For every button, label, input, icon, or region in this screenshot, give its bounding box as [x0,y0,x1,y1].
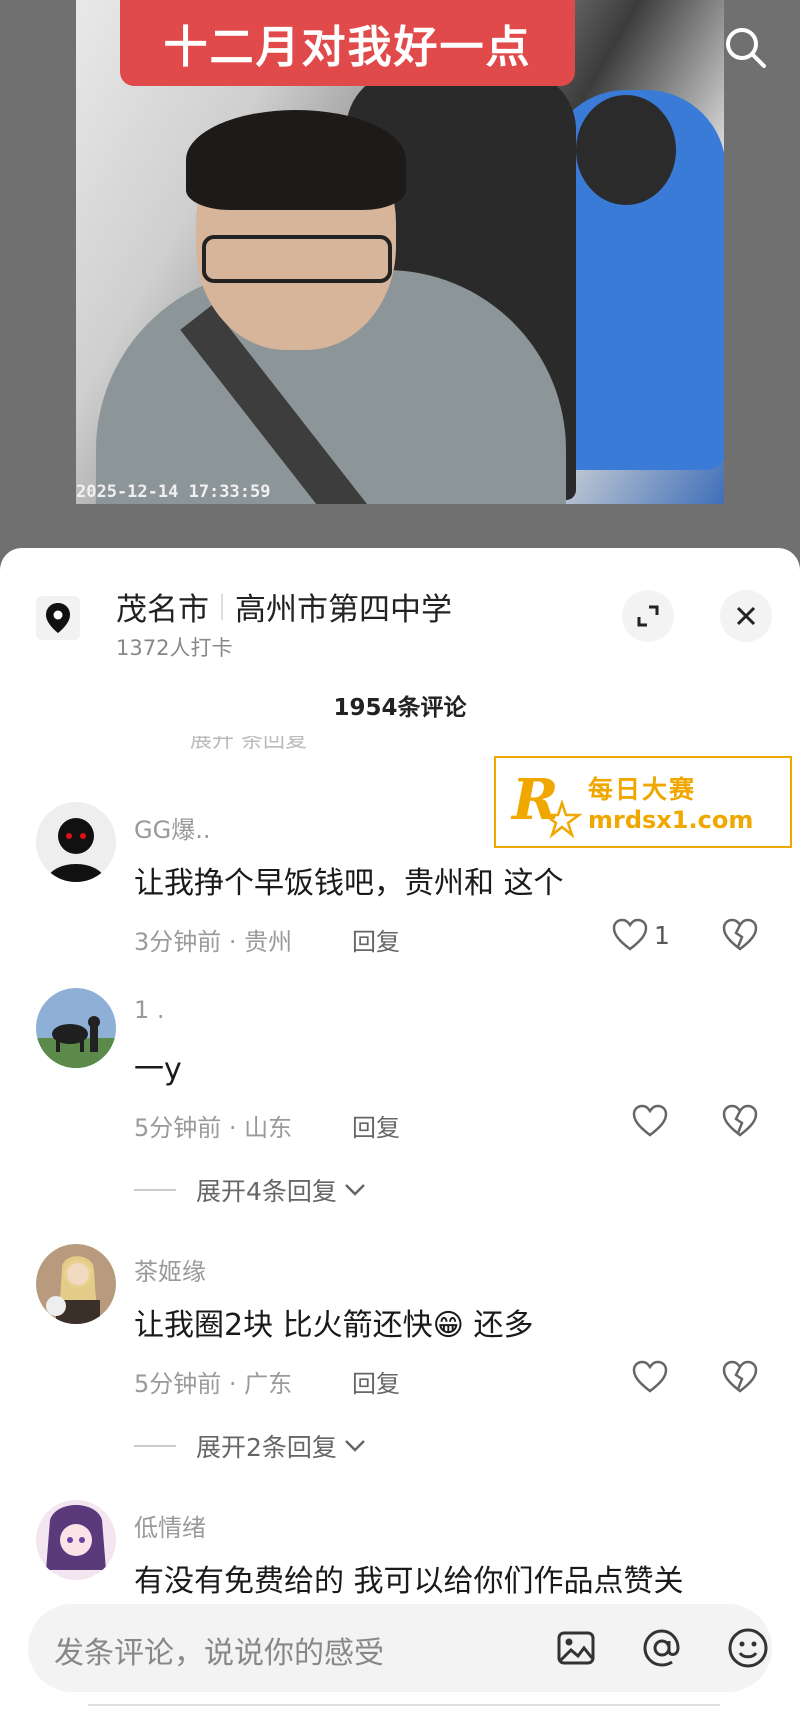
expand-replies-label: 展开4条回复 [196,1177,337,1206]
reply-button[interactable]: 回复 [352,1364,400,1399]
comment-username[interactable]: 茶姬缘 [134,1252,206,1287]
comment-text: 有没有免费给的 我可以给你们作品点赞关 [134,1564,684,1594]
location-checkins: 1372人打卡 [116,636,233,660]
heart-icon [632,1360,668,1393]
location-place: 高州市第四中学 [235,592,452,628]
expand-replies-button[interactable]: 展开2条回复 [134,1428,367,1464]
comment-text: 一y [134,1052,182,1087]
location-pin-icon [36,596,80,640]
dislike-button[interactable] [722,918,758,956]
avatar[interactable] [36,802,116,882]
avatar[interactable] [36,1244,116,1324]
close-icon [736,606,756,626]
expand-button[interactable] [622,590,674,642]
comments-sheet: 茂名市 高州市第四中学 1372人打卡 1954条评论 展开 条回复 R 每日大… [0,548,800,1712]
chevron-down-icon [345,1440,365,1452]
like-button[interactable]: 1 [612,918,670,952]
heart-icon [612,918,648,951]
mention-icon[interactable] [638,1624,686,1672]
avatar[interactable] [36,1500,116,1580]
reply-button[interactable]: 回复 [352,1108,400,1143]
comment-username[interactable]: GG爆.. [134,810,210,845]
location-city: 茂名市 [116,592,209,628]
comment-item: 1 . 一y 5分钟前 · 山东 回复 展开4条回复 [0,988,800,1228]
close-button[interactable] [720,590,772,642]
broken-heart-icon [722,1360,758,1393]
chevron-down-icon [345,1184,365,1196]
reply-button[interactable]: 回复 [352,922,400,957]
broken-heart-icon [722,1104,758,1137]
like-button[interactable] [632,1360,668,1394]
like-button[interactable] [632,1104,668,1138]
comment-meta: 3分钟前 · 贵州 [134,928,293,956]
reply-divider [134,1445,176,1447]
broken-heart-icon [722,918,758,951]
comment-text: 让我挣个早饭钱吧，贵州和 这个 [134,866,564,901]
clipped-reply-row: 展开 条回复 [190,736,307,750]
comment-meta: 5分钟前 · 广东 [134,1370,293,1398]
like-count: 1 [654,920,670,950]
location-separator [221,593,223,620]
comment-username[interactable]: 1 . [134,996,165,1024]
search-icon[interactable] [720,22,772,74]
comment-count: 1954条评论 [333,695,467,721]
emoji-icon[interactable] [724,1624,772,1672]
heart-icon [632,1104,668,1137]
comment-input-placeholder: 发条评论，说说你的感受 [54,1636,384,1671]
comment-input[interactable]: 发条评论，说说你的感受 [28,1604,772,1692]
video-scene-person-hair [186,110,406,210]
video-scene-glasses [202,235,392,283]
comment-item: 茶姬缘 让我圈2块 比火箭还快😁 还多 5分钟前 · 广东 回复 展开2条回复 [0,1244,800,1484]
expand-replies-label: 展开2条回复 [196,1433,337,1462]
comment-item: 低情绪 有没有免费给的 我可以给你们作品点赞关 [0,1500,800,1594]
avatar[interactable] [36,988,116,1068]
video-timestamp: 2025-12-14 17:33:59 [76,482,271,502]
grin-emoji: 😁 [432,1308,464,1343]
video-scene-passenger-head [576,95,676,205]
expand-icon [637,605,659,627]
comment-item: GG爆.. 让我挣个早饭钱吧，贵州和 这个 3分钟前 · 贵州 回复 1 [0,802,800,972]
bottom-edge [88,1704,720,1712]
expand-replies-button[interactable]: 展开4条回复 [134,1172,367,1208]
comment-meta: 5分钟前 · 山东 [134,1114,293,1142]
ad-title: 每日大赛 [588,775,697,804]
comment-username[interactable]: 低情绪 [134,1508,206,1543]
reply-divider [134,1189,176,1191]
video-banner-text: 十二月对我好一点 [120,0,575,86]
video-player[interactable]: 十二月对我好一点 2025-12-14 17:33:59 [0,0,800,560]
comment-text: 让我圈2块 比火箭还快😁 还多 [134,1308,534,1343]
dislike-button[interactable] [722,1360,758,1398]
dislike-button[interactable] [722,1104,758,1142]
image-icon[interactable] [552,1624,600,1672]
location-title[interactable]: 茂名市 高州市第四中学 [116,584,452,629]
